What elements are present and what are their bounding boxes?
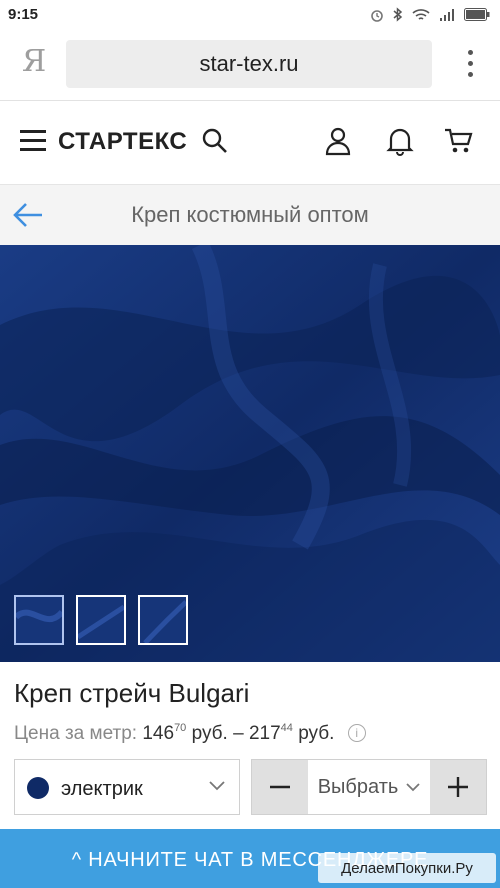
info-icon[interactable]: i: [347, 724, 366, 742]
color-swatch: [27, 777, 49, 799]
yandex-logo-icon[interactable]: Я: [22, 44, 46, 79]
quantity-placeholder: Выбрать: [317, 775, 399, 798]
search-icon[interactable]: [197, 123, 233, 159]
color-select[interactable]: электрик: [14, 759, 240, 815]
product-photo[interactable]: [0, 245, 500, 662]
chevron-down-icon: [406, 783, 420, 792]
price-currency-max: руб.: [298, 723, 335, 744]
url-text: star-tex.ru: [199, 51, 299, 76]
chevron-up-icon: ^: [71, 849, 89, 871]
thumbnail-1[interactable]: [14, 595, 64, 645]
user-icon[interactable]: [320, 123, 356, 159]
status-icons: [370, 7, 490, 22]
quantity-stepper: Выбрать: [251, 759, 487, 815]
plus-icon: [448, 777, 468, 797]
status-bar: 9:15: [0, 0, 500, 30]
battery-icon: [464, 8, 490, 21]
cart-icon[interactable]: [440, 123, 476, 159]
more-menu-icon[interactable]: [468, 50, 474, 78]
site-header: СТАРТЕКС: [0, 101, 500, 185]
page-title-bar: Креп костюмный оптом: [0, 185, 500, 246]
product-name: Креп стрейч Bulgari: [14, 678, 250, 708]
hamburger-menu-icon[interactable]: [20, 130, 46, 152]
minus-icon: [270, 785, 290, 789]
alarm-icon: [371, 9, 383, 22]
url-field[interactable]: star-tex.ru: [66, 40, 432, 88]
thumbnail-strip: [14, 595, 188, 645]
wifi-icon: [412, 8, 430, 20]
bluetooth-icon: [393, 7, 403, 22]
page-title: Креп костюмный оптом: [131, 202, 369, 227]
price-dash: –: [233, 723, 244, 744]
quantity-select[interactable]: Выбрать: [308, 760, 430, 814]
price-max: 21744: [248, 722, 293, 744]
thumbnail-2[interactable]: [76, 595, 126, 645]
increase-button[interactable]: [430, 760, 486, 814]
chevron-down-icon: [209, 781, 225, 791]
watermark: ДелаемПокупки.Ру: [318, 853, 496, 883]
bell-icon[interactable]: [382, 123, 418, 159]
brand-logo[interactable]: СТАРТЕКС: [58, 128, 187, 156]
thumbnail-3[interactable]: [138, 595, 188, 645]
price-label: Цена за метр:: [14, 723, 138, 744]
status-time: 9:15: [8, 6, 39, 23]
color-select-value: электрик: [61, 778, 143, 800]
price-line: Цена за метр: 14670 руб. – 21744 руб. i: [14, 722, 366, 745]
price-currency-min: руб.: [191, 723, 228, 744]
browser-bar: Я star-tex.ru: [0, 30, 500, 101]
signal-icon: [440, 8, 454, 21]
price-min: 14670: [142, 722, 187, 744]
decrease-button[interactable]: [252, 760, 308, 814]
